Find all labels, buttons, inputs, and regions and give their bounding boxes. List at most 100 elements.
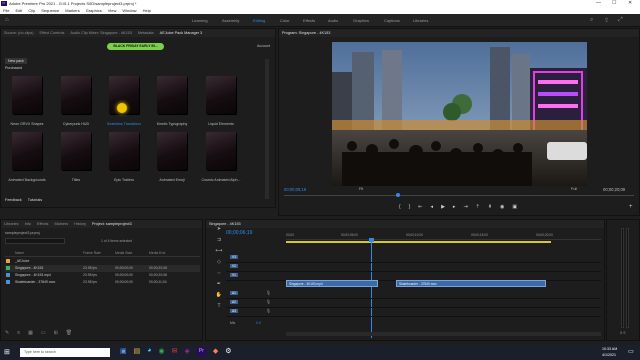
home-icon[interactable]: ⌂: [5, 17, 9, 23]
mark-out-icon[interactable]: }: [409, 204, 411, 210]
track-select-tool-icon[interactable]: ⇉: [217, 237, 221, 243]
search-icon[interactable]: ⌕: [590, 17, 593, 24]
task-view-icon[interactable]: ▣: [120, 347, 127, 356]
app-icon[interactable]: ◆: [213, 347, 218, 356]
razor-tool-icon[interactable]: ◇: [217, 259, 221, 265]
resolution-dropdown[interactable]: Full: [571, 187, 577, 191]
tab-project[interactable]: Project: sampleproject3: [92, 222, 132, 226]
pack-scrollbar[interactable]: [265, 59, 269, 199]
program-title[interactable]: Program: Singapore - 4K153: [282, 31, 330, 35]
tab-libraries[interactable]: Libraries: [4, 222, 19, 226]
tab-info[interactable]: Info: [25, 222, 31, 226]
go-to-out-icon[interactable]: ⇥: [463, 204, 467, 210]
edge-icon[interactable]: ◕: [147, 347, 151, 356]
premiere-taskbar-icon[interactable]: Pr: [196, 347, 206, 356]
add-button-icon[interactable]: +: [629, 204, 633, 210]
track-label[interactable]: A3: [230, 309, 238, 313]
workspace-audio[interactable]: Audio: [328, 18, 338, 23]
pack-thumbnail[interactable]: [157, 132, 187, 170]
type-tool-icon[interactable]: T: [217, 303, 220, 309]
pack-thumbnail[interactable]: [12, 76, 42, 114]
pencil-icon[interactable]: ✎: [5, 330, 9, 336]
new-bin-icon[interactable]: ▭: [41, 330, 46, 336]
close-button[interactable]: ✕: [628, 0, 632, 6]
workspace-learning[interactable]: Learning: [192, 18, 208, 23]
tab-source[interactable]: Source: (no clips): [4, 31, 34, 35]
workspace-assembly[interactable]: Assembly: [222, 18, 239, 23]
tab-audio-clip-mixer[interactable]: Audio Clip Mixer: Singapore - 4K153: [70, 31, 131, 35]
account-link[interactable]: Account: [257, 44, 270, 48]
master-volume[interactable]: 0.0: [256, 321, 261, 325]
clock-time[interactable]: 10:33 AM: [602, 347, 617, 351]
menu-help[interactable]: Help: [143, 8, 151, 13]
track-label[interactable]: V1: [230, 273, 238, 277]
table-row[interactable]: Singapore - 4K153.mp4 23.98 fps 00;00;00…: [5, 272, 200, 279]
pack-thumbnail[interactable]: [206, 76, 236, 114]
track-v3[interactable]: V3: [226, 254, 601, 263]
workspace-effects[interactable]: Effects: [303, 18, 315, 23]
pack-thumbnail[interactable]: [157, 76, 187, 114]
work-area-bar[interactable]: [286, 241, 551, 243]
windows-start-icon[interactable]: ⊞: [4, 348, 10, 356]
program-timecode[interactable]: 00;00;06;19: [284, 187, 306, 192]
quick-export-icon[interactable]: ⇪: [604, 17, 609, 24]
workspace-editing[interactable]: Editing: [253, 18, 265, 23]
column-frame-rate[interactable]: Frame Rate: [83, 251, 101, 255]
time-ruler[interactable]: 00;00 00;00;05;00 00;00;10;00 00;00;15;0…: [286, 232, 601, 240]
compare-icon[interactable]: ▣: [512, 204, 517, 210]
fullscreen-icon[interactable]: ⤢: [618, 17, 623, 24]
list-view-icon[interactable]: ≡: [17, 330, 20, 336]
track-label[interactable]: A2: [230, 300, 238, 304]
menu-markers[interactable]: Markers: [65, 8, 79, 13]
taskbar-search-input[interactable]: Type here to search: [20, 348, 110, 357]
pen-tool-icon[interactable]: ✒: [217, 281, 221, 287]
tab-history[interactable]: History: [74, 222, 86, 226]
column-name[interactable]: Name: [15, 251, 24, 255]
workspace-captions[interactable]: Captions: [384, 18, 400, 23]
pack-thumbnail[interactable]: [12, 132, 42, 170]
column-media-end[interactable]: Media End: [149, 251, 165, 255]
tab-markers[interactable]: Markers: [54, 222, 68, 226]
trash-icon[interactable]: 🗑: [66, 330, 72, 336]
mark-in-icon[interactable]: {: [399, 204, 401, 210]
lift-icon[interactable]: ⇡: [476, 204, 480, 210]
table-row[interactable]: Singapore - 4K153 23.98 fps 00;00;00;00 …: [5, 265, 200, 272]
menu-sequence[interactable]: Sequence: [41, 8, 59, 13]
pack-thumbnail[interactable]: [61, 76, 91, 114]
workspace-libraries[interactable]: Libraries: [413, 18, 428, 23]
video-clip[interactable]: Skateboarder - 37849.mov: [396, 280, 546, 287]
minimize-button[interactable]: —: [596, 0, 601, 6]
selection-tool-icon[interactable]: ➤: [217, 226, 221, 232]
new-item-icon[interactable]: ⊞: [54, 330, 58, 336]
slip-tool-icon[interactable]: ⇔: [217, 270, 222, 276]
step-forward-icon[interactable]: ▸: [453, 204, 456, 210]
microphone-icon[interactable]: 🎙: [266, 290, 271, 295]
microphone-icon[interactable]: 🎙: [266, 299, 271, 304]
tab-effects[interactable]: Effects: [37, 222, 49, 226]
track-a2[interactable]: A2 🎙: [226, 299, 601, 308]
menu-graphics[interactable]: Graphics: [86, 8, 102, 13]
microphone-icon[interactable]: 🎙: [266, 308, 271, 313]
pack-thumbnail[interactable]: [61, 132, 91, 170]
timeline-timecode[interactable]: 00;00;06;19: [226, 230, 252, 236]
menu-clip[interactable]: Clip: [28, 8, 35, 13]
maximize-button[interactable]: ☐: [612, 0, 616, 6]
new-pack-tab[interactable]: New pack: [5, 58, 27, 64]
tab-feedback[interactable]: Feedback: [5, 198, 22, 202]
tab-metadata[interactable]: Metadata: [138, 31, 154, 35]
promo-button[interactable]: BLACK FRIDAY EARLY BI...: [107, 43, 164, 50]
go-to-in-icon[interactable]: ⇤: [418, 204, 422, 210]
pack-thumbnail[interactable]: [206, 132, 236, 170]
timeline-scrollbar[interactable]: [286, 332, 601, 336]
menu-edit[interactable]: Edit: [15, 8, 22, 13]
track-label[interactable]: V3: [230, 255, 238, 259]
icon-view-icon[interactable]: ▦: [28, 330, 33, 336]
workspace-graphics[interactable]: Graphics: [353, 18, 369, 23]
ripple-edit-tool-icon[interactable]: ⟷: [215, 248, 222, 254]
menu-view[interactable]: View: [108, 8, 117, 13]
tab-effect-controls[interactable]: Effect Controls: [40, 31, 65, 35]
column-media-start[interactable]: Media Start: [115, 251, 132, 255]
table-row[interactable]: Skateboarder - 37849.mov 23.98 fps 00;00…: [5, 279, 200, 286]
fit-dropdown[interactable]: Fit: [359, 187, 363, 191]
clock-date[interactable]: 4/1/2021: [602, 353, 616, 357]
